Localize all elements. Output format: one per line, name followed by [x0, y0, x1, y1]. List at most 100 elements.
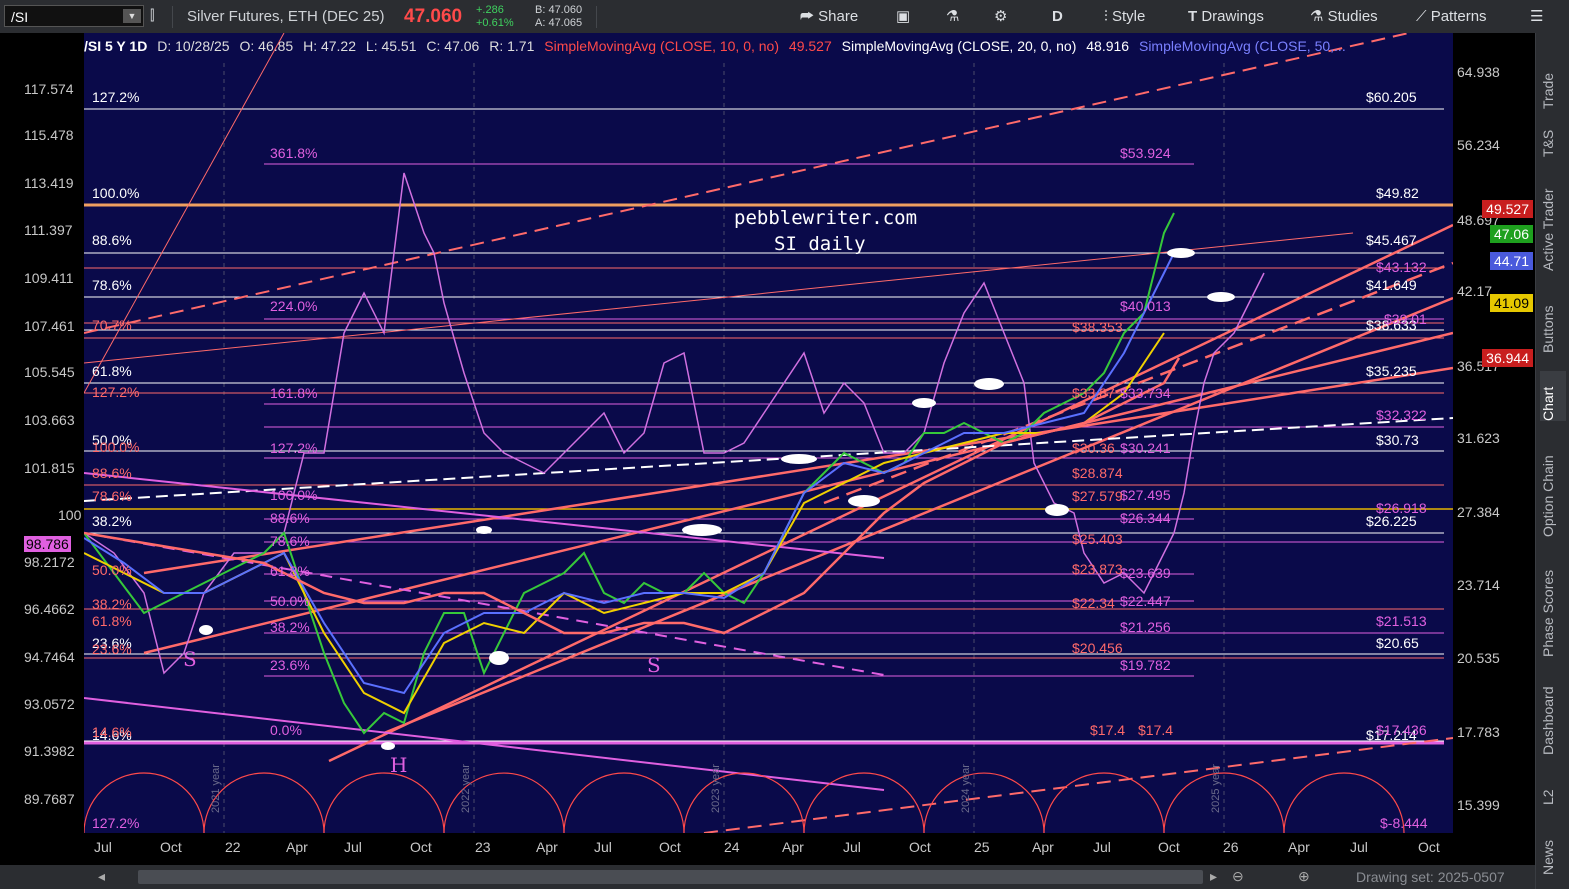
drawing-set-label[interactable]: Drawing set: 2025-0507 [1356, 869, 1505, 885]
tab-l2[interactable]: L2 [1540, 775, 1566, 805]
share-label: Share [818, 8, 859, 25]
link-icon[interactable]: ⫿ [150, 7, 154, 24]
style-button[interactable]: ⫶ Style [1104, 0, 1145, 33]
price-label: $17.436 [1376, 722, 1427, 738]
tab-buttons[interactable]: Buttons [1540, 293, 1566, 353]
price-label: $17.4 [1138, 722, 1174, 738]
axis-tick: 103.663 [24, 412, 75, 428]
axis-tick: 113.419 [24, 175, 74, 191]
watermark-line1: pebblewriter.com [734, 207, 918, 229]
price-change-pct: +0.61% [476, 17, 514, 29]
fib-label: 88.6% [92, 232, 132, 248]
axis-tick: Jul [594, 839, 612, 855]
axis-tick: 42.17 [1457, 283, 1493, 299]
price-tag-sma10: 49.527 [1482, 200, 1533, 218]
axis-tick: Oct [1158, 839, 1180, 855]
menu-button[interactable]: ☰ [1530, 0, 1543, 33]
tab-news[interactable]: News [1540, 825, 1566, 875]
left-price-axis[interactable]: 117.574 115.478 113.419 111.397 109.411 … [0, 33, 84, 833]
tab-trade[interactable]: Trade [1540, 49, 1566, 109]
bar-high: H: 47.22 [303, 38, 357, 54]
share-button[interactable]: ⮫ Share [800, 0, 858, 33]
price-label: $45.467 [1366, 232, 1417, 248]
fib-label: 88.6% [92, 465, 132, 481]
pattern-label: H [390, 753, 408, 777]
tab-dashboard[interactable]: Dashboard [1540, 675, 1566, 756]
price-label: $-8.444 [1380, 815, 1428, 831]
sma10-label[interactable]: SimpleMovingAvg (CLOSE, 10, 0, no) [544, 38, 779, 54]
symbol-dropdown-icon[interactable]: ▼ [123, 9, 141, 23]
axis-tick: 109.411 [24, 270, 74, 286]
axis-tick: Apr [1288, 839, 1310, 855]
axis-tick: 100 [58, 507, 82, 523]
tab-option-chain[interactable]: Option Chain [1540, 437, 1566, 537]
axis-tick: 105.545 [24, 364, 75, 380]
sma20-label[interactable]: SimpleMovingAvg (CLOSE, 20, 0, no) [842, 38, 1077, 54]
price-tag-sma50: 44.71 [1489, 252, 1533, 270]
fib-label: 78.6% [92, 277, 132, 293]
axis-tick: Jul [94, 839, 112, 855]
time-axis[interactable]: Jul Oct 22 Apr Jul Oct 23 Apr Jul Oct 24… [0, 833, 1535, 865]
zoom-in-icon[interactable]: ⊕ [1298, 868, 1310, 885]
fib-label: 23.6% [92, 641, 132, 657]
axis-tick: 117.574 [24, 81, 74, 97]
bar-open: O: 46.85 [239, 38, 294, 54]
last-price: 47.060 [404, 6, 463, 27]
axis-tick: 101.815 [24, 460, 75, 476]
fib-label: 127.2% [92, 89, 140, 105]
tab-time-sales[interactable]: T&S [1540, 117, 1566, 157]
axis-tick: 24 [724, 839, 740, 855]
price-label: $40.013 [1120, 298, 1171, 314]
price-tag-last: 47.06 [1489, 225, 1533, 243]
price-label: $30.73 [1376, 432, 1419, 448]
settings-button[interactable]: ⚙ [994, 0, 1007, 33]
fib-label: 61.8% [92, 363, 132, 379]
axis-tick: 23.714 [1457, 577, 1500, 593]
patterns-button[interactable]: ⟋ Patterns [1416, 0, 1487, 33]
sma50-label[interactable]: SimpleMovingAvg (CLOSE, 50,... [1139, 38, 1346, 54]
symbol-selector[interactable]: /SI ▼ [4, 5, 144, 27]
chart-area[interactable]: 2021 year 2022 year 2023 year 2024 year … [0, 33, 1535, 865]
price-label: $33.87 [1072, 385, 1115, 401]
fib-label: 50.0% [270, 593, 310, 609]
divider [596, 6, 597, 28]
lab-button[interactable]: ⚗ [946, 0, 959, 33]
studies-button[interactable]: ⚗ Studies [1310, 0, 1378, 33]
price-label: $60.205 [1366, 89, 1417, 105]
period-button[interactable]: D [1052, 0, 1063, 33]
year-mark: 2025 year [1210, 764, 1222, 813]
price-label: $39.01 [1384, 311, 1427, 327]
scroll-left-icon[interactable]: ◂ [98, 868, 105, 885]
snapshot-button[interactable]: ▣ [896, 0, 910, 33]
camera-icon: ▣ [896, 8, 911, 25]
zoom-out-icon[interactable]: ⊖ [1232, 868, 1244, 885]
scroll-thumb[interactable] [138, 870, 1203, 884]
tab-active-trader[interactable]: Active Trader [1540, 171, 1566, 271]
bar-range: R: 1.71 [489, 38, 535, 54]
bar-low: L: 45.51 [365, 38, 417, 54]
axis-tick: Oct [659, 839, 681, 855]
tab-phase-scores[interactable]: Phase Scores [1540, 557, 1566, 657]
symbol-period[interactable]: /SI 5 Y 1D [84, 38, 147, 54]
drawings-button[interactable]: T Drawings [1188, 0, 1264, 33]
right-price-axis[interactable]: 64.938 56.234 48.697 42.17 36.517 31.623… [1453, 33, 1535, 833]
hamburger-icon: ☰ [1530, 8, 1544, 25]
axis-tick: 17.783 [1457, 724, 1500, 740]
fib-label: 0.0% [270, 722, 302, 738]
scroll-right-icon[interactable]: ▸ [1210, 868, 1217, 885]
year-mark: 2023 year [710, 764, 722, 813]
axis-tick: Apr [782, 839, 804, 855]
chart-scrollbar[interactable]: ◂ ▸ ⊖ ⊕ Drawing set: 2025-0507 [0, 865, 1535, 889]
text-tool-icon: T [1188, 8, 1198, 25]
price-label: $41.649 [1366, 277, 1417, 293]
price-label: $35.235 [1366, 363, 1417, 379]
style-label: Style [1111, 8, 1146, 25]
fib-label: 100.0% [92, 185, 140, 201]
price-label: $30.36 [1072, 440, 1115, 456]
axis-tick: 22 [225, 839, 241, 855]
axis-tick: Oct [1418, 839, 1440, 855]
right-sidebar: Trade T&S Active Trader Buttons Chart Op… [1535, 33, 1569, 889]
price-label: $21.256 [1120, 619, 1171, 635]
sma20-value: 48.916 [1086, 38, 1130, 54]
tab-chart[interactable]: Chart [1540, 371, 1566, 421]
